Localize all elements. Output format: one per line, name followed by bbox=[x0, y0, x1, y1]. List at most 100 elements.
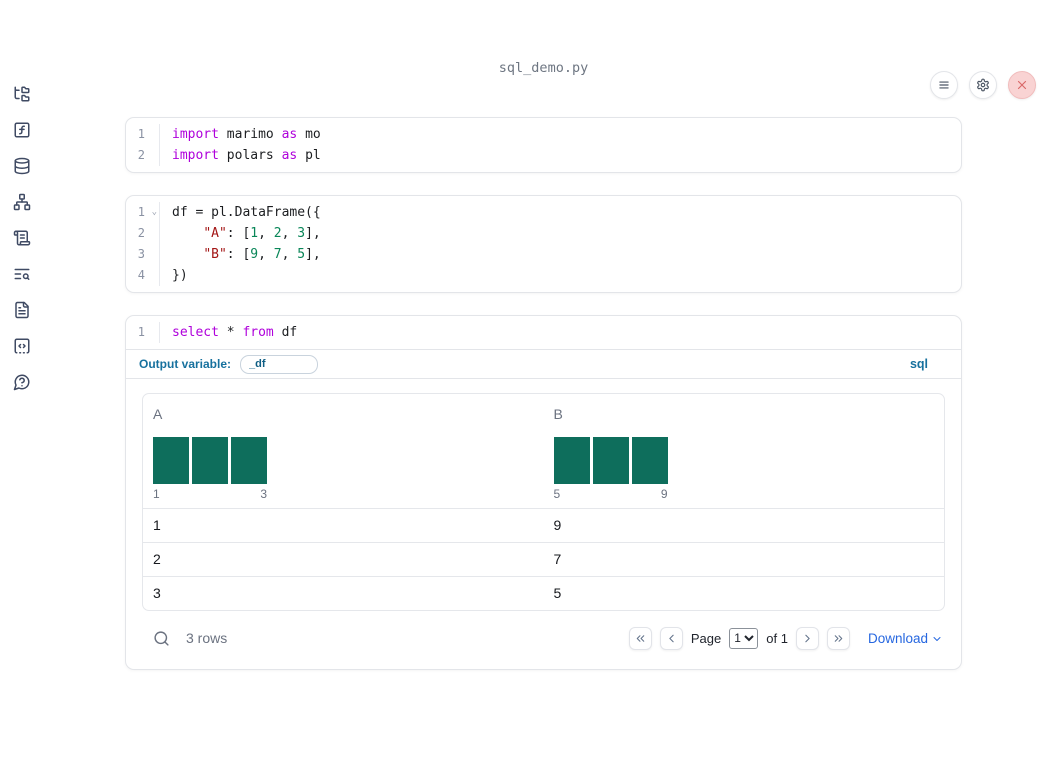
table-header: A 13 B 59 bbox=[143, 394, 944, 509]
column-name: B bbox=[553, 406, 563, 422]
line-number: 1 ⌄ bbox=[126, 202, 160, 223]
file-text-icon bbox=[13, 301, 31, 319]
table-row[interactable]: 27 bbox=[143, 542, 944, 576]
histogram-bar bbox=[592, 437, 629, 484]
table-cell: 5 bbox=[553, 585, 562, 601]
cell-output: A13B59 192735 3 rows Page 1 of 1 Downloa… bbox=[126, 378, 961, 669]
histogram-axis-labels: 13 bbox=[153, 487, 267, 501]
sidebar-item-logs[interactable] bbox=[11, 264, 33, 284]
table-row[interactable]: 35 bbox=[143, 576, 944, 610]
sidebar-item-dependencies[interactable] bbox=[11, 192, 33, 212]
sidebar bbox=[0, 60, 44, 773]
histogram-bar bbox=[231, 437, 267, 484]
table-search-button[interactable] bbox=[153, 630, 170, 647]
notebook-filename: sql_demo.py bbox=[498, 60, 589, 76]
close-icon bbox=[1015, 78, 1029, 92]
sql-cell: 1 select * from df Output variable: sql A… bbox=[125, 315, 962, 670]
histogram-axis-labels: 59 bbox=[553, 487, 668, 501]
notebook: sql_demo.py 1 import marimo as mo 2 import … bbox=[125, 60, 962, 670]
download-label: Download bbox=[867, 630, 928, 646]
code-text: "B": [9, 7, 5], bbox=[203, 247, 321, 262]
sidebar-item-help-chat[interactable] bbox=[11, 372, 33, 392]
code-editor[interactable]: 1 ⌄ df = pl.DataFrame({2 "A": [1, 2, 3], 3 … bbox=[126, 196, 961, 292]
network-icon bbox=[13, 193, 31, 211]
chevrons-right-icon bbox=[832, 632, 845, 645]
histogram-bar bbox=[631, 437, 668, 484]
code-text: df = pl.DataFrame({ bbox=[172, 205, 321, 220]
code-editor[interactable]: 1 select * from df bbox=[126, 316, 961, 349]
sql-cell-footer: Output variable: sql bbox=[126, 349, 961, 378]
sidebar-item-scratchpad[interactable] bbox=[11, 228, 33, 248]
column-name: A bbox=[153, 406, 163, 422]
code-text: }) bbox=[172, 268, 188, 283]
table-body: 192735 bbox=[143, 509, 944, 610]
code-line: 1 select * from df bbox=[126, 322, 961, 343]
line-number: 4 bbox=[126, 265, 160, 286]
folder-tree-icon bbox=[13, 85, 31, 103]
line-number: 2 bbox=[126, 145, 160, 166]
histogram-bar bbox=[553, 437, 590, 484]
table-column-header[interactable]: B 59 bbox=[544, 394, 945, 508]
fold-chevron-icon[interactable]: ⌄ bbox=[152, 202, 157, 223]
page-of-label: of 1 bbox=[766, 630, 788, 646]
window-controls bbox=[930, 71, 1036, 99]
table-footer: 3 rows Page 1 of 1 Download bbox=[142, 619, 945, 657]
pagination: Page 1 of 1 Download bbox=[628, 626, 943, 650]
first-page-button[interactable] bbox=[628, 626, 652, 650]
line-number: 3 bbox=[126, 244, 160, 265]
line-number: 1 bbox=[126, 322, 160, 343]
table-cell: 9 bbox=[553, 517, 562, 533]
chevrons-left-icon bbox=[634, 632, 647, 645]
code-text: import marimo as mo bbox=[172, 127, 321, 142]
last-page-button[interactable] bbox=[826, 626, 850, 650]
column-histogram: 59 bbox=[553, 437, 935, 502]
next-page-button[interactable] bbox=[795, 626, 819, 650]
table-column-header[interactable]: A 13 bbox=[143, 394, 544, 508]
line-number: 1 bbox=[126, 124, 160, 145]
code-line: 4}) bbox=[126, 265, 961, 286]
menu-button[interactable] bbox=[930, 71, 958, 99]
sidebar-item-file-explorer[interactable] bbox=[11, 84, 33, 104]
column-histogram: 13 bbox=[153, 437, 534, 502]
sidebar-item-datasources[interactable] bbox=[11, 156, 33, 176]
square-code-icon bbox=[13, 337, 31, 355]
code-text: "A": [1, 2, 3], bbox=[203, 226, 321, 241]
output-variable-input[interactable] bbox=[240, 354, 319, 374]
table-cell: 1 bbox=[153, 517, 161, 533]
function-square-icon bbox=[13, 121, 31, 139]
histogram-bar bbox=[192, 437, 228, 484]
download-button[interactable]: Download bbox=[868, 631, 943, 646]
code-line: 1 import marimo as mo bbox=[126, 124, 961, 145]
code-line: 1 ⌄ df = pl.DataFrame({ bbox=[126, 202, 961, 223]
code-line: 2 "A": [1, 2, 3], bbox=[126, 223, 961, 244]
code-text: import polars as pl bbox=[172, 148, 321, 163]
code-text: select * from df bbox=[172, 325, 298, 340]
row-count: 3 rows bbox=[186, 630, 228, 646]
table-cell: 7 bbox=[553, 551, 562, 567]
message-question-icon bbox=[13, 373, 31, 391]
code-line: 2 import polars as pl bbox=[126, 145, 961, 166]
chevron-right-icon bbox=[801, 632, 814, 645]
language-badge: sql bbox=[909, 357, 928, 371]
table-cell: 2 bbox=[153, 551, 161, 567]
sidebar-item-snippets[interactable] bbox=[11, 336, 33, 356]
prev-page-button[interactable] bbox=[659, 626, 683, 650]
sidebar-item-variables[interactable] bbox=[11, 120, 33, 140]
code-line: 3 "B": [9, 7, 5], bbox=[126, 244, 961, 265]
sidebar-item-documentation[interactable] bbox=[11, 300, 33, 320]
search-icon bbox=[153, 630, 170, 647]
gear-icon bbox=[976, 78, 990, 92]
close-button[interactable] bbox=[1008, 71, 1036, 99]
table-row[interactable]: 19 bbox=[143, 509, 944, 542]
scroll-text-icon bbox=[13, 229, 31, 247]
line-number: 2 bbox=[126, 223, 160, 244]
chevron-down-icon bbox=[931, 631, 943, 645]
settings-button[interactable] bbox=[969, 71, 997, 99]
page-label: Page bbox=[690, 630, 722, 646]
chevron-left-icon bbox=[665, 632, 678, 645]
hamburger-icon bbox=[937, 78, 951, 92]
code-editor[interactable]: 1 import marimo as mo 2 import polars as pl bbox=[126, 118, 961, 172]
dataframe-table: A13B59 192735 bbox=[142, 393, 945, 611]
page-select[interactable]: 1 bbox=[729, 627, 759, 649]
text-search-icon bbox=[13, 265, 31, 283]
